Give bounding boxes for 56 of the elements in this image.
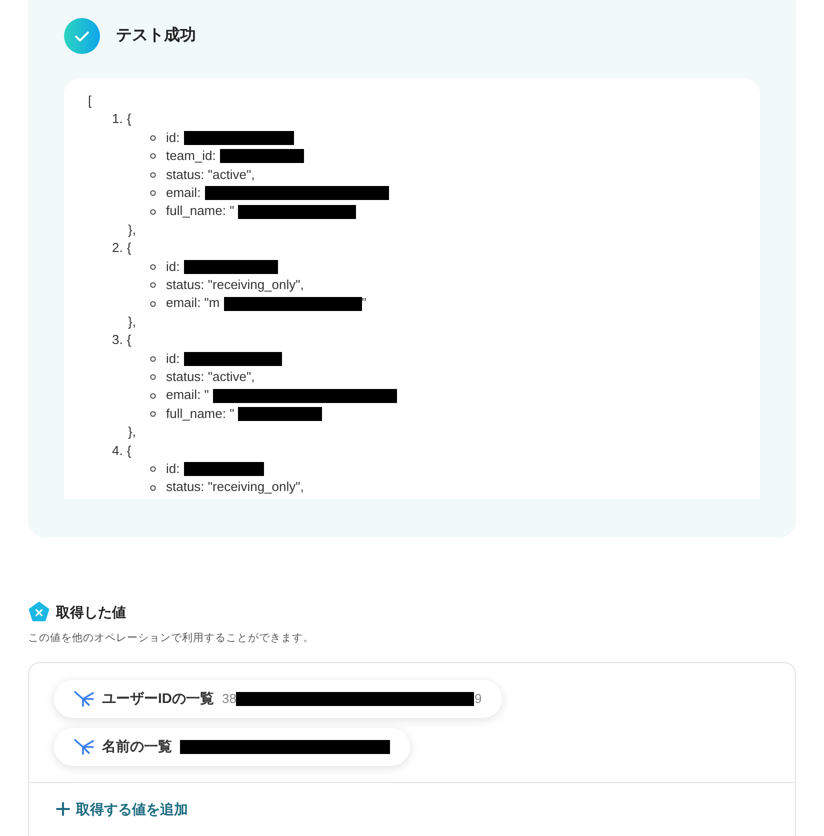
- bullet-icon: [150, 410, 156, 417]
- bullet-icon: [150, 356, 156, 362]
- bullet-icon: [150, 153, 156, 160]
- output-text: status: "receiving_only",: [166, 478, 304, 496]
- section-description: この値を他のオペレーションで利用することができます。: [28, 631, 315, 646]
- output-text: email:: [166, 184, 201, 202]
- list-number: 4.: [112, 442, 123, 460]
- value-preview: 9: [474, 690, 482, 708]
- output-text: status: "active",: [166, 166, 255, 184]
- bullet-icon: [150, 392, 156, 399]
- list-number: 3.: [112, 331, 123, 350]
- value-chip[interactable]: ユーザーIDの一覧 38 9: [54, 680, 502, 718]
- bullet-icon: [150, 466, 156, 472]
- test-title: テスト成功: [116, 26, 196, 46]
- bullet-icon: [150, 190, 156, 196]
- bullet-icon: [150, 484, 156, 491]
- output-text: [: [88, 92, 93, 110]
- section-title: 取得した値: [56, 602, 126, 622]
- list-number: 1.: [112, 110, 123, 128]
- value-preview: 38: [222, 690, 236, 708]
- output-text: full_name: ": [166, 202, 234, 220]
- output-text: email: "m: [166, 294, 220, 312]
- add-value-button[interactable]: 取得する値を追加: [56, 798, 188, 820]
- output-text: {: [126, 331, 132, 350]
- output-text: {: [126, 110, 132, 128]
- output-text: id:: [166, 350, 180, 368]
- value-label: ユーザーIDの一覧: [102, 689, 214, 708]
- output-text: },: [128, 424, 136, 440]
- bullet-icon: [150, 135, 156, 141]
- bullet-icon: [150, 300, 156, 307]
- output-text: status: "receiving_only",: [166, 276, 304, 294]
- bullet-icon: [150, 282, 156, 288]
- output-text: status: "active",: [166, 368, 255, 386]
- bullet-icon: [150, 208, 156, 215]
- list-number: 2.: [112, 239, 123, 258]
- output-text: email: ": [166, 386, 209, 404]
- output-text: },: [128, 222, 136, 237]
- bullet-icon: [150, 264, 156, 270]
- output-text: },: [128, 314, 136, 329]
- output-text: id:: [166, 258, 180, 276]
- check-icon: [64, 18, 100, 54]
- output-text: full_name: ": [166, 404, 234, 423]
- output-text: ": [362, 294, 366, 312]
- output-text: id:: [166, 460, 180, 478]
- output-text: {: [126, 239, 132, 258]
- x-pentagon-icon: [28, 601, 50, 623]
- output-text: id:: [166, 128, 180, 147]
- value-chip[interactable]: 名前の一覧: [54, 728, 410, 766]
- bullet-icon: [150, 374, 156, 380]
- output-text: {: [126, 442, 132, 460]
- branch-icon: [74, 738, 94, 756]
- branch-icon: [74, 690, 94, 708]
- bullet-icon: [150, 172, 156, 178]
- value-label: 名前の一覧: [102, 737, 172, 756]
- plus-icon: [56, 802, 70, 816]
- output-text: team_id:: [166, 147, 216, 166]
